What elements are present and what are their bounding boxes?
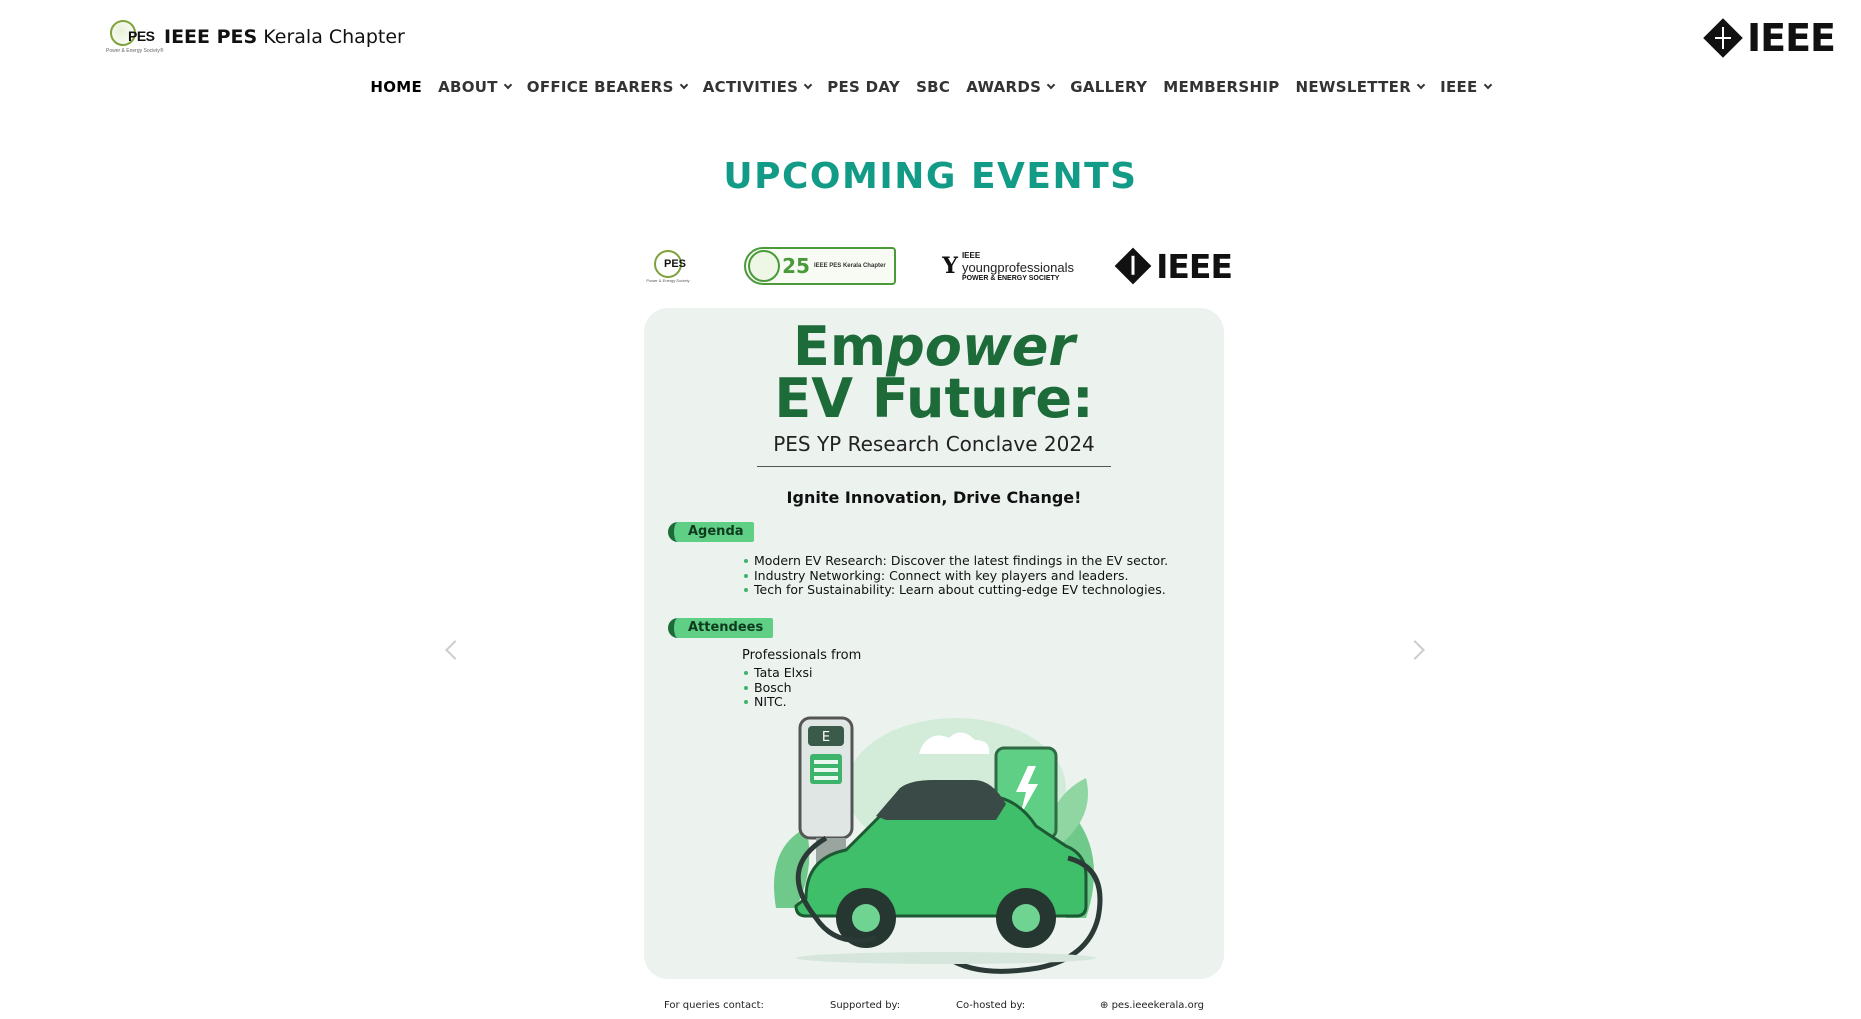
- ieee-logo[interactable]: IEEE: [1703, 16, 1836, 60]
- nav-ieee[interactable]: IEEE: [1432, 76, 1499, 98]
- nav-awards[interactable]: AWARDS: [958, 76, 1062, 98]
- list-item: Tech for Sustainability: Learn about cut…: [744, 582, 1168, 598]
- poster-headline-2: EV Future:: [774, 367, 1094, 430]
- list-item: Modern EV Research: Discover the latest …: [744, 553, 1168, 569]
- nav-pes-day[interactable]: PES DAY: [819, 76, 908, 98]
- nav-activities[interactable]: ACTIVITIES: [695, 76, 819, 98]
- attendees-label: Attendees: [668, 618, 774, 638]
- main-nav: HOME ABOUT OFFICE BEARERS ACTIVITIES PES…: [0, 76, 1861, 98]
- emblem-icon: [748, 250, 781, 282]
- ev-charging-illustration: E: [774, 716, 1103, 974]
- agenda-label: Agenda: [668, 522, 754, 542]
- list-item: Tata Elxsi: [744, 665, 813, 681]
- nav-membership[interactable]: MEMBERSHIP: [1155, 76, 1287, 98]
- divider: [757, 466, 1111, 467]
- attendees-intro: Professionals from: [742, 648, 862, 663]
- nav-about[interactable]: ABOUT: [430, 76, 519, 98]
- svg-text:E: E: [822, 730, 830, 745]
- event-poster[interactable]: Empower EV Future: PES YP Research Concl…: [644, 308, 1224, 979]
- site-title: IEEE PES Kerala Chapter: [164, 26, 405, 48]
- ieee-wordmark: IEEE: [1746, 16, 1836, 60]
- site-logo[interactable]: PES Power & Energy Society® IEEE PES Ker…: [106, 18, 405, 56]
- nav-newsletter[interactable]: NEWSLETTER: [1288, 76, 1433, 98]
- poster-subtitle: PES YP Research Conclave 2024: [773, 432, 1095, 456]
- poster-footer-website[interactable]: ⊕ pes.ieeekerala.org: [1100, 1000, 1204, 1011]
- poster-footer-queries: For queries contact:: [664, 1000, 764, 1011]
- poster-footer-supported: Supported by:: [830, 1000, 901, 1011]
- nav-gallery[interactable]: GALLERY: [1062, 76, 1155, 98]
- yp-mark-icon: Y: [942, 253, 958, 279]
- nav-sbc[interactable]: SBC: [908, 76, 958, 98]
- poster-logo-strip: PES Power & Energy Society 25 IEEE PES K…: [638, 244, 1233, 288]
- carousel-next-button[interactable]: [1405, 640, 1425, 660]
- chevron-down-icon: [803, 80, 813, 90]
- nav-office-bearers[interactable]: OFFICE BEARERS: [519, 76, 695, 98]
- carousel-prev-button[interactable]: [445, 640, 465, 660]
- anniversary-logo: 25 IEEE PES Kerala Chapter: [744, 247, 897, 285]
- nav-home[interactable]: HOME: [362, 76, 430, 98]
- chevron-down-icon: [679, 80, 688, 90]
- list-item: Industry Networking: Connect with key pl…: [744, 568, 1168, 584]
- section-title: UPCOMING EVENTS: [723, 156, 1138, 197]
- poster-footer-cohosted: Co-hosted by:: [956, 1000, 1026, 1011]
- ieee-poster-logo: IEEE: [1114, 247, 1233, 286]
- chevron-down-icon: [1416, 80, 1426, 90]
- agenda-list: Modern EV Research: Discover the latest …: [744, 553, 1168, 598]
- pes-logo-icon: PES Power & Energy Society®: [106, 18, 164, 56]
- young-professionals-logo: Y IEEE youngprofessionals POWER & ENERGY…: [942, 250, 1074, 282]
- globe-icon: ⊕: [1100, 1000, 1112, 1011]
- chevron-down-icon: [503, 80, 513, 90]
- pes-logo: PES Power & Energy Society: [638, 249, 698, 283]
- list-item: Bosch: [744, 680, 813, 696]
- chevron-down-icon: [1483, 80, 1492, 90]
- ieee-diamond-icon: [1114, 247, 1152, 285]
- ieee-diamond-icon: [1703, 18, 1743, 58]
- attendees-list: Tata Elxsi Bosch NITC.: [744, 665, 813, 710]
- chevron-down-icon: [1047, 80, 1056, 90]
- poster-tagline: Ignite Innovation, Drive Change!: [786, 488, 1082, 507]
